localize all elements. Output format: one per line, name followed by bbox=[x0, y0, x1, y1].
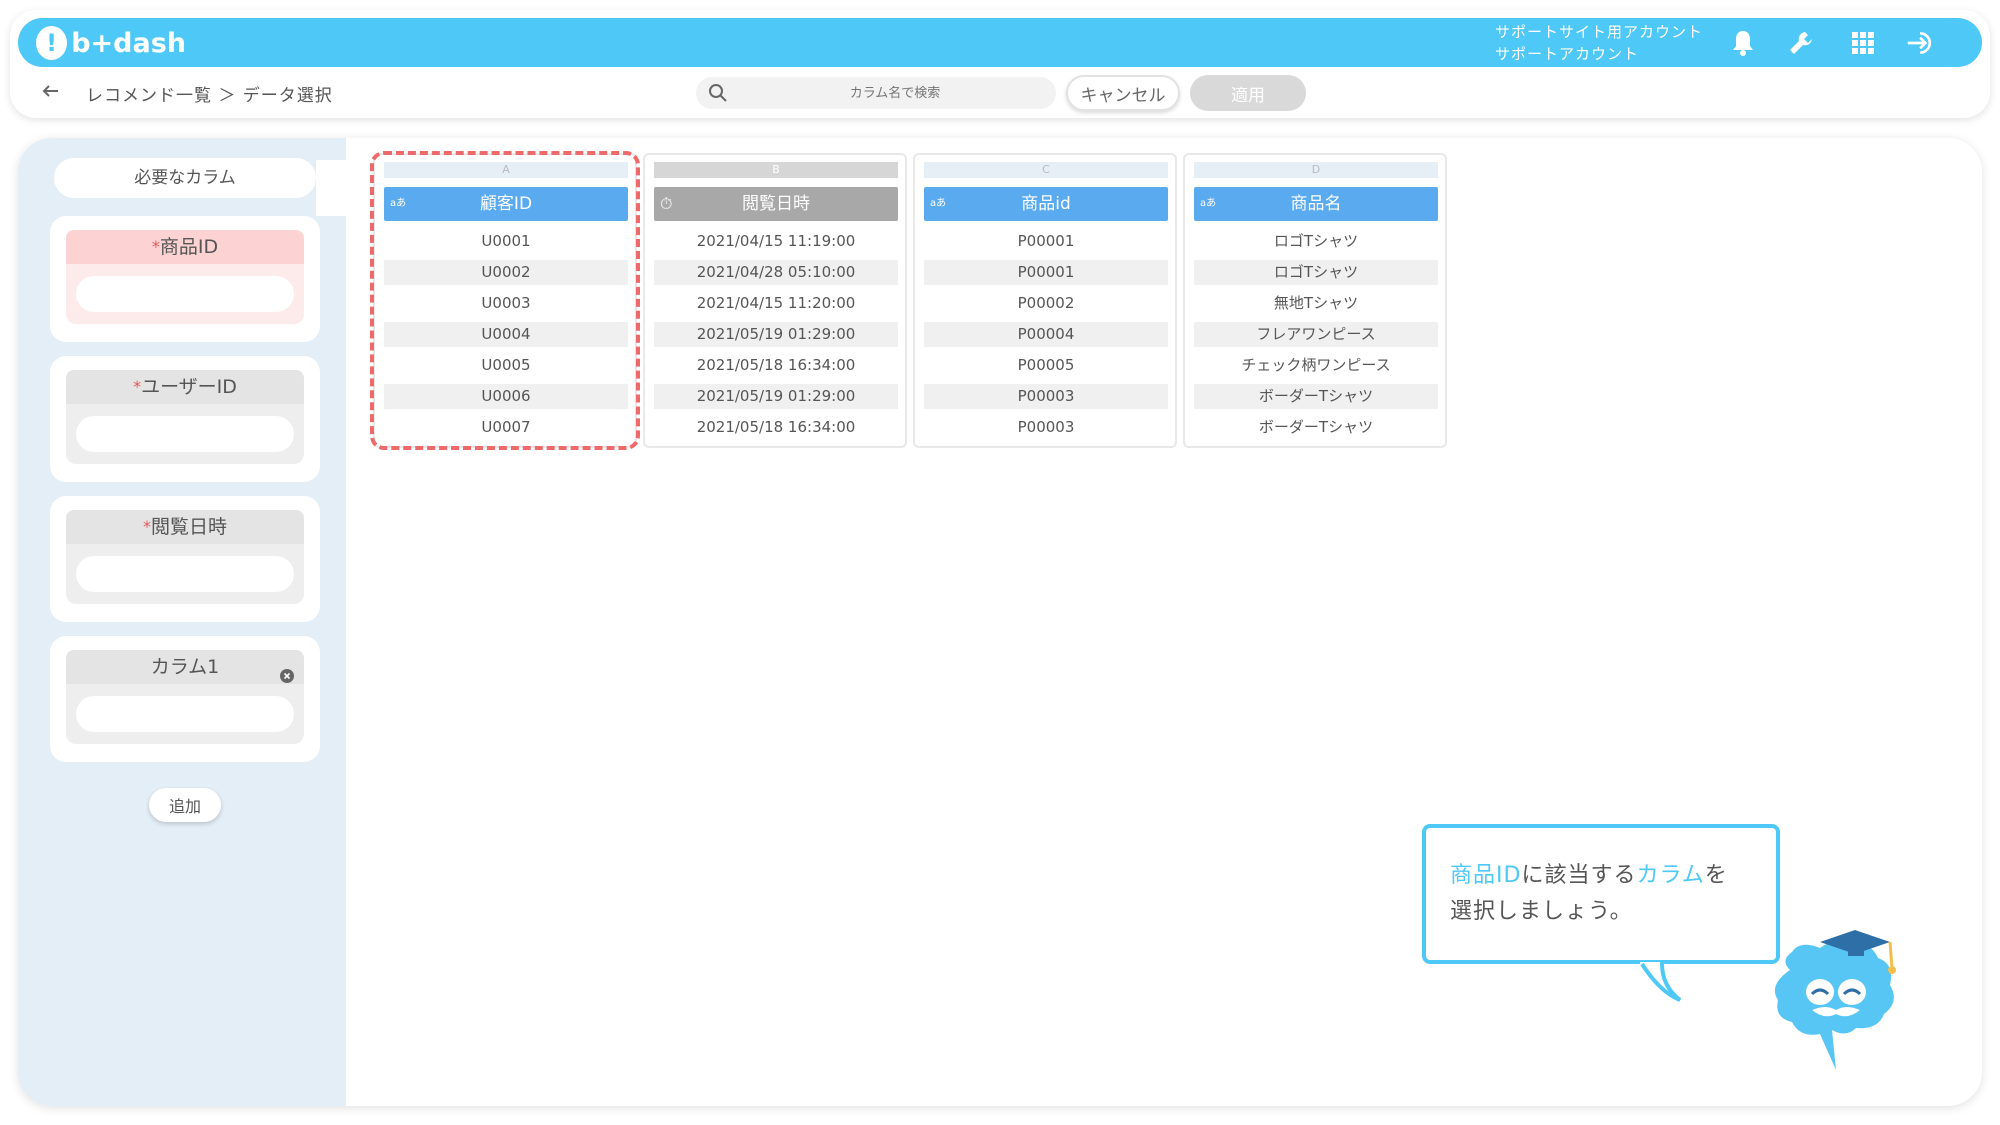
column-name: 商品id bbox=[1021, 194, 1071, 214]
sidebar-title: 必要なカラム bbox=[54, 158, 316, 198]
table-cell: P00001 bbox=[924, 260, 1168, 285]
table-cell: チェック柄ワンピース bbox=[1241, 356, 1391, 374]
table-cell: U0007 bbox=[481, 418, 531, 436]
column-letter: C bbox=[924, 162, 1168, 178]
text-type-icon: aあ bbox=[930, 198, 947, 209]
slot-input[interactable] bbox=[76, 556, 294, 592]
bubble-tail bbox=[1640, 962, 1700, 1008]
account-info[interactable]: サポートサイト用アカウント サポートアカウント bbox=[1495, 21, 1705, 65]
wrench-icon[interactable] bbox=[1786, 28, 1816, 58]
breadcrumb: レコメンド一覧 ＞ データ選択 bbox=[86, 86, 333, 106]
back-arrow-icon[interactable] bbox=[40, 80, 62, 102]
table-cell: 2021/04/15 11:19:00 bbox=[696, 232, 856, 250]
slot-label: *ユーザーID bbox=[66, 370, 304, 404]
slot-dropzone[interactable] bbox=[66, 544, 304, 604]
logo[interactable]: ! b+dash bbox=[36, 24, 186, 62]
slot-dropzone[interactable] bbox=[66, 684, 304, 744]
table-cell: 2021/05/18 16:34:00 bbox=[696, 356, 856, 374]
grid-icon[interactable] bbox=[1848, 28, 1878, 58]
table-cell: 2021/04/15 11:20:00 bbox=[696, 294, 856, 312]
table-cell: U0003 bbox=[481, 294, 531, 312]
column-header[interactable]: aあ 商品id bbox=[924, 187, 1168, 221]
table-cell: P00002 bbox=[1017, 294, 1075, 312]
hint-bubble: 商品IDに該当するカラムを 選択しましょう。 bbox=[1422, 824, 1780, 964]
table-cell: 無地Tシャツ bbox=[1273, 294, 1359, 312]
slot-label: *閲覧日時 bbox=[66, 510, 304, 544]
slot-column1[interactable]: カラム1 bbox=[50, 636, 320, 762]
logo-text: b+dash bbox=[71, 27, 186, 59]
data-column-b[interactable]: B ⏱ 閲覧日時 2021/04/15 11:19:00 2021/04/28 … bbox=[643, 153, 907, 448]
table-cell: ボーダーTシャツ bbox=[1194, 384, 1438, 409]
slot-view-datetime[interactable]: *閲覧日時 bbox=[50, 496, 320, 622]
column-letter: A bbox=[384, 162, 628, 178]
table-cell: U0006 bbox=[384, 384, 628, 409]
table-cell: U0005 bbox=[481, 356, 531, 374]
bell-icon[interactable] bbox=[1728, 28, 1758, 58]
sidebar-tab-connector bbox=[316, 160, 346, 216]
table-cell: U0004 bbox=[384, 322, 628, 347]
search-input[interactable] bbox=[740, 78, 1050, 108]
table-cell: 2021/05/19 01:29:00 bbox=[654, 322, 898, 347]
table-cell: U0002 bbox=[384, 260, 628, 285]
data-column-a[interactable]: A aあ 顧客ID U0001 U0002 U0003 U0004 U0005 … bbox=[373, 153, 637, 448]
table-cell: 2021/04/28 05:10:00 bbox=[654, 260, 898, 285]
column-letter: D bbox=[1194, 162, 1438, 178]
table-cell: P00003 bbox=[1017, 418, 1075, 436]
table-cell: ボーダーTシャツ bbox=[1258, 418, 1374, 436]
slot-label: *商品ID bbox=[66, 230, 304, 264]
table-cell: P00005 bbox=[1017, 356, 1075, 374]
column-name: 顧客ID bbox=[479, 194, 533, 214]
data-column-c[interactable]: C aあ 商品id P00001 P00001 P00002 P00004 P0… bbox=[913, 153, 1177, 448]
logo-bubble-icon: ! bbox=[36, 26, 68, 60]
table-cell: P00003 bbox=[924, 384, 1168, 409]
column-name: 閲覧日時 bbox=[742, 194, 810, 214]
account-line2: サポートアカウント bbox=[1495, 45, 1640, 63]
table-cell: 2021/05/18 16:34:00 bbox=[696, 418, 856, 436]
logout-icon[interactable] bbox=[1906, 28, 1936, 58]
text-type-icon: aあ bbox=[1200, 198, 1217, 209]
table-cell: ロゴTシャツ bbox=[1194, 260, 1438, 285]
column-header[interactable]: aあ 顧客ID bbox=[384, 187, 628, 221]
slot-input[interactable] bbox=[76, 276, 294, 312]
timer-icon: ⏱ bbox=[660, 194, 673, 213]
cancel-button[interactable]: キャンセル bbox=[1066, 75, 1180, 111]
table-cell: 2021/05/19 01:29:00 bbox=[654, 384, 898, 409]
mascot-icon bbox=[1760, 930, 1920, 1080]
slot-dropzone[interactable] bbox=[66, 264, 304, 324]
slot-user-id[interactable]: *ユーザーID bbox=[50, 356, 320, 482]
table-cell: P00001 bbox=[1017, 232, 1075, 250]
slot-input[interactable] bbox=[76, 416, 294, 452]
column-name: 商品名 bbox=[1290, 194, 1342, 214]
slot-input[interactable] bbox=[76, 696, 294, 732]
table-cell: ロゴTシャツ bbox=[1273, 232, 1359, 250]
column-header[interactable]: aあ 商品名 bbox=[1194, 187, 1438, 221]
data-column-d[interactable]: D aあ 商品名 ロゴTシャツ ロゴTシャツ 無地Tシャツ フレアワンピース チ… bbox=[1183, 153, 1447, 448]
text-type-icon: aあ bbox=[390, 198, 407, 209]
table-cell: P00004 bbox=[924, 322, 1168, 347]
column-letter: B bbox=[654, 162, 898, 178]
search-icon bbox=[708, 83, 728, 103]
apply-button[interactable]: 適用 bbox=[1190, 75, 1306, 111]
slot-product-id[interactable]: *商品ID bbox=[50, 216, 320, 342]
column-header[interactable]: ⏱ 閲覧日時 bbox=[654, 187, 898, 221]
slot-label: カラム1 bbox=[66, 650, 304, 684]
remove-icon[interactable] bbox=[280, 660, 294, 683]
table-cell: フレアワンピース bbox=[1194, 322, 1438, 347]
table-cell: U0001 bbox=[481, 232, 531, 250]
slot-dropzone[interactable] bbox=[66, 404, 304, 464]
add-column-button[interactable]: 追加 bbox=[149, 788, 221, 822]
hint-text: 商品IDに該当するカラムを 選択しましょう。 bbox=[1450, 863, 1728, 924]
account-line1: サポートサイト用アカウント bbox=[1495, 23, 1704, 41]
